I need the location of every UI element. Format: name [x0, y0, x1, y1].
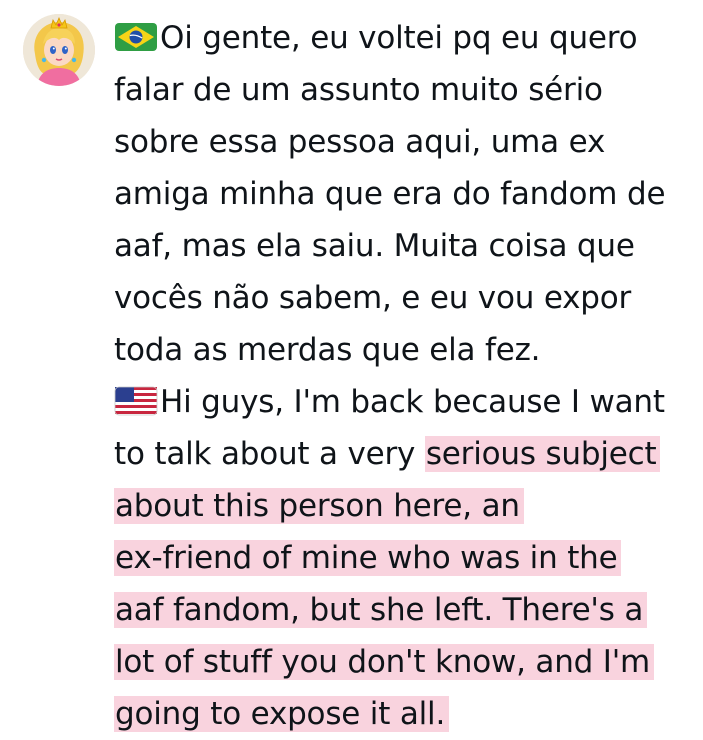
post-line: amiga minha que era do fandom de [114, 176, 666, 212]
highlighted-text: aaf fandom, but she left. There's a [114, 592, 648, 628]
princess-peach-avatar-icon [23, 14, 95, 86]
post-line: falar de um assunto muito sério [114, 72, 603, 108]
flag-brazil-icon [114, 22, 158, 52]
flag-usa-icon [114, 386, 158, 416]
post-line: toda as merdas que ela fez. [114, 332, 541, 368]
post-line: aaf, mas ela saiu. Muita coisa que [114, 228, 635, 264]
post-line: ex-friend of mine who was in the [114, 532, 698, 584]
highlighted-text: serious subject [424, 436, 661, 472]
post-line: vocês não sabem, e eu vou expor [114, 280, 632, 316]
post-text: Oi gente, eu voltei pq eu quero falar de… [114, 12, 698, 740]
highlighted-text: lot of stuff you don't know, and I'm [114, 644, 655, 680]
highlighted-text: about this person here, an [114, 488, 524, 524]
post-line: Oi gente, eu voltei pq eu quero [114, 12, 698, 64]
highlighted-text: going to expose it all. [114, 696, 450, 732]
post-line: to talk about a very serious subject [114, 428, 698, 480]
post-line: aaf fandom, but she left. There's a [114, 584, 698, 636]
post-line: sobre essa pessoa aqui, uma ex [114, 124, 606, 160]
avatar[interactable] [23, 14, 95, 86]
highlighted-text: ex-friend of mine who was in the [114, 540, 622, 576]
post-line: about this person here, an [114, 480, 698, 532]
post-line: Hi guys, I'm back because I want [114, 376, 698, 428]
post-line: going to expose it all. [114, 688, 698, 740]
post-line: lot of stuff you don't know, and I'm [114, 636, 698, 688]
